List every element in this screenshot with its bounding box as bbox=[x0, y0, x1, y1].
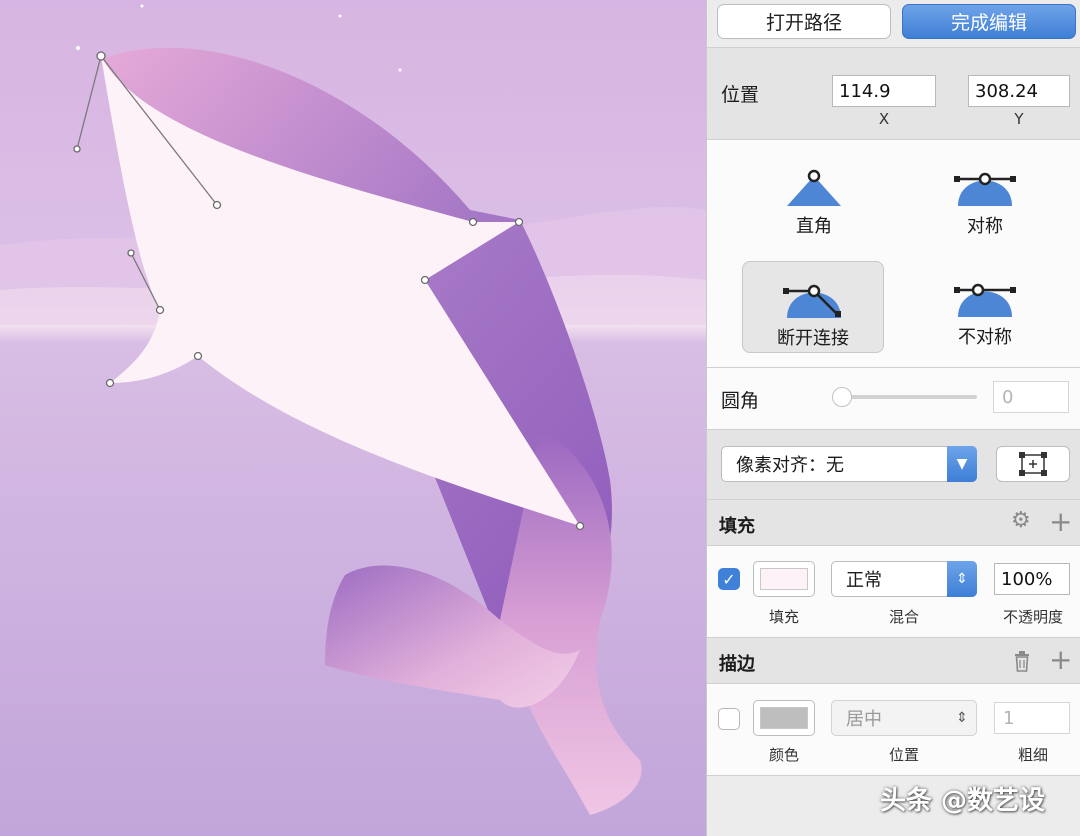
stepper-icon: ⇕ bbox=[947, 561, 977, 597]
stroke-row: 居中 ⇕ 1 颜色 位置 粗细 bbox=[707, 684, 1080, 776]
open-path-button[interactable]: 打开路径 bbox=[717, 4, 891, 39]
fill-caption: 填充 bbox=[768, 608, 799, 626]
canvas-artwork[interactable] bbox=[0, 0, 706, 836]
finish-editing-button[interactable]: 完成编辑 bbox=[902, 4, 1076, 39]
pixel-align-bounds-button[interactable] bbox=[996, 446, 1070, 482]
point-type-label: 断开连接 bbox=[777, 328, 849, 349]
star bbox=[140, 4, 144, 8]
star bbox=[338, 14, 342, 18]
opacity-field[interactable]: 100% bbox=[994, 563, 1070, 595]
stroke-position-select[interactable]: 居中 ⇕ bbox=[831, 700, 977, 736]
asymmetric-curve-icon bbox=[954, 283, 1016, 317]
stroke-color-swatch bbox=[760, 707, 808, 729]
stepper-icon: ⇕ bbox=[956, 710, 968, 726]
blend-mode-select[interactable]: 正常 ⇕ bbox=[831, 561, 977, 597]
star bbox=[76, 46, 80, 50]
point-type-section: 直角 对称 断开连接 不对称 bbox=[707, 140, 1080, 368]
corner-radius-slider-knob[interactable] bbox=[832, 387, 852, 407]
point-type-label: 直角 bbox=[796, 216, 832, 237]
inspector-panel: 打开路径 完成编辑 位置 114.9 308.24 X Y 直角 对称 断开连接… bbox=[706, 0, 1080, 836]
blend-mode-value: 正常 bbox=[846, 570, 882, 591]
width-caption: 粗细 bbox=[1017, 746, 1048, 764]
fill-header: 填充 ⚙ + bbox=[707, 500, 1080, 546]
watermark: 头条 @数艺设 bbox=[880, 786, 1046, 816]
x-position-field[interactable]: 114.9 bbox=[832, 75, 936, 107]
pixel-align-select[interactable]: 像素对齐：无 ▼ bbox=[721, 446, 977, 482]
fill-enabled-checkbox[interactable]: ✓ bbox=[718, 568, 740, 590]
add-fill-icon[interactable]: + bbox=[1049, 508, 1072, 536]
stroke-header: 描边 + bbox=[707, 638, 1080, 684]
stroke-position-value: 居中 bbox=[846, 709, 882, 730]
stroke-title: 描边 bbox=[719, 654, 755, 675]
point-type-disconnected[interactable]: 断开连接 bbox=[742, 261, 884, 353]
color-caption: 颜色 bbox=[768, 746, 799, 764]
pixel-align-value: 像素对齐：无 bbox=[736, 455, 844, 476]
corner-radius-slider-track[interactable] bbox=[837, 395, 977, 399]
disconnected-curve-icon bbox=[783, 284, 841, 318]
point-type-label: 对称 bbox=[967, 216, 1003, 237]
x-caption: X bbox=[878, 110, 890, 128]
point-type-asymmetric[interactable]: 不对称 bbox=[914, 261, 1056, 353]
corner-radius-field[interactable]: 0 bbox=[993, 381, 1069, 413]
y-caption: Y bbox=[1014, 110, 1024, 128]
pixel-align-section: 像素对齐：无 ▼ bbox=[707, 430, 1080, 500]
position-section: 位置 114.9 308.24 X Y bbox=[707, 48, 1080, 140]
path-toolbar: 打开路径 完成编辑 bbox=[707, 0, 1080, 48]
fill-color-well[interactable] bbox=[753, 561, 815, 597]
point-type-straight[interactable]: 直角 bbox=[743, 150, 885, 242]
corner-radius-label: 圆角 bbox=[721, 390, 760, 412]
mirrored-curve-icon bbox=[954, 172, 1016, 206]
design-canvas[interactable] bbox=[0, 0, 706, 836]
blend-caption: 混合 bbox=[888, 608, 919, 626]
trash-icon[interactable] bbox=[1013, 650, 1031, 672]
straight-corner-icon bbox=[787, 169, 841, 206]
gear-icon[interactable]: ⚙ bbox=[1011, 510, 1031, 532]
chevron-down-icon: ▼ bbox=[947, 446, 977, 482]
fill-row: ✓ 正常 ⇕ 100% 填充 混合 不透明度 bbox=[707, 546, 1080, 638]
stroke-enabled-checkbox[interactable] bbox=[718, 708, 740, 730]
position-label: 位置 bbox=[721, 84, 760, 106]
point-type-label: 不对称 bbox=[958, 327, 1012, 348]
fill-title: 填充 bbox=[719, 516, 755, 537]
bounding-box-icon bbox=[1019, 452, 1047, 476]
fill-color-swatch bbox=[760, 568, 808, 590]
star bbox=[398, 68, 402, 72]
y-position-field[interactable]: 308.24 bbox=[968, 75, 1070, 107]
position-caption: 位置 bbox=[888, 746, 919, 764]
point-type-mirrored[interactable]: 对称 bbox=[914, 150, 1056, 242]
opacity-caption: 不透明度 bbox=[1002, 608, 1063, 626]
add-stroke-icon[interactable]: + bbox=[1049, 646, 1072, 674]
stroke-width-field[interactable]: 1 bbox=[994, 702, 1070, 734]
stroke-color-well[interactable] bbox=[753, 700, 815, 736]
